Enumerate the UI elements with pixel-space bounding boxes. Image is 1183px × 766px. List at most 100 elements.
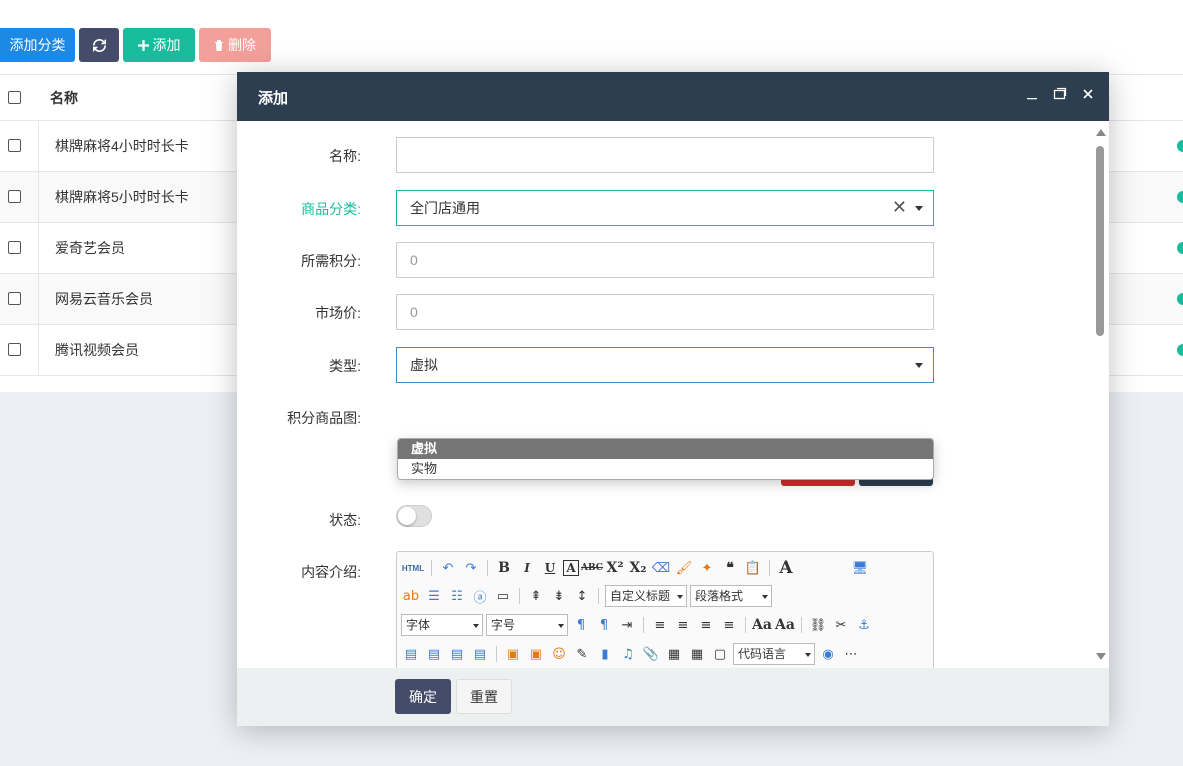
image-center-icon[interactable]: ▤: [470, 644, 490, 664]
minimize-icon[interactable]: [1025, 87, 1039, 101]
page-break-icon[interactable]: ⋯: [841, 644, 861, 664]
bold-icon[interactable]: B: [494, 558, 514, 578]
align-left-icon[interactable]: ≡: [650, 615, 670, 635]
scrawl-icon[interactable]: ✎: [572, 644, 592, 664]
row-checkbox[interactable]: [8, 190, 21, 203]
blockquote-icon[interactable]: ❝: [720, 558, 740, 578]
row-spacing-top-icon[interactable]: ⇞: [526, 586, 546, 606]
unordered-list-icon[interactable]: ☷: [447, 586, 467, 606]
dialog-header: 添加: [237, 72, 1109, 121]
clear-doc-icon[interactable]: ▭: [493, 586, 513, 606]
row-checkbox[interactable]: [8, 343, 21, 356]
strikethrough-icon[interactable]: ABC: [581, 558, 603, 578]
type-select[interactable]: 虚拟: [396, 347, 934, 383]
align-center-icon[interactable]: ≡: [673, 615, 693, 635]
italic-icon[interactable]: I: [517, 558, 537, 578]
template-icon[interactable]: ◉: [818, 644, 838, 664]
confirm-button[interactable]: 确定: [395, 679, 451, 714]
row-name: 腾讯视频会员: [55, 342, 139, 358]
music-icon[interactable]: ♫: [618, 644, 638, 664]
row-name: 棋牌麻将4小时时长卡: [55, 138, 189, 154]
redo-icon[interactable]: ↷: [461, 558, 481, 578]
points-input[interactable]: 0: [396, 242, 934, 278]
font-color-icon[interactable]: A: [776, 558, 796, 578]
category-select[interactable]: 全门店通用 ✕: [396, 190, 934, 226]
scroll-up-icon[interactable]: [1096, 129, 1106, 136]
undo-icon[interactable]: ↶: [438, 558, 458, 578]
link-icon[interactable]: ⛓: [808, 615, 828, 635]
image-none-icon[interactable]: ▤: [401, 644, 421, 664]
font-size-select[interactable]: 字号: [486, 614, 568, 636]
custom-title-select[interactable]: 自定义标题: [605, 585, 687, 607]
type-option[interactable]: 虚拟: [398, 439, 933, 459]
delete-label: 删除: [228, 37, 256, 53]
insert-video-icon[interactable]: ▮: [595, 644, 615, 664]
superscript-icon[interactable]: X²: [605, 558, 625, 578]
editor-toolbar-row: 字体 字号 ¶ ¶ ⇥ ≡ ≡ ≡ ≡ Aa Aa ⛓ ✂ ⚓: [401, 614, 874, 636]
fullscreen-icon[interactable]: 🖥: [850, 558, 870, 578]
dialog-body: 名称: 商品分类: 全门店通用 ✕ 所需积分: 0 市场价: 0 类型: 虚拟: [237, 121, 1109, 668]
ordered-list-icon[interactable]: ☰: [424, 586, 444, 606]
market-price-input[interactable]: 0: [396, 294, 934, 330]
add-category-button[interactable]: 添加分类: [0, 28, 75, 62]
status-dot: [1177, 242, 1183, 254]
column-header-name: 名称: [50, 89, 78, 106]
font-family-select[interactable]: 字体: [401, 614, 483, 636]
image-label: 积分商品图:: [287, 410, 361, 426]
background-color-icon[interactable]: ab: [401, 586, 421, 606]
type-option[interactable]: 实物: [398, 459, 933, 479]
maximize-icon[interactable]: [1053, 87, 1067, 101]
uppercase-icon[interactable]: Aa: [752, 615, 772, 635]
vertical-scrollbar[interactable]: [1093, 121, 1109, 668]
delete-button[interactable]: 删除: [199, 28, 271, 62]
status-toggle[interactable]: [396, 505, 432, 527]
gmap-icon[interactable]: ▦: [687, 644, 707, 664]
select-all-icon[interactable]: ⓐ: [470, 586, 490, 606]
insert-image-icon[interactable]: ▣: [526, 644, 546, 664]
code-language-select[interactable]: 代码语言: [733, 643, 815, 665]
paste-plain-icon[interactable]: 📋: [743, 558, 763, 578]
rtl-icon[interactable]: ¶: [594, 615, 614, 635]
add-label: 添加: [152, 37, 181, 53]
indent-icon[interactable]: ⇥: [617, 615, 637, 635]
format-brush-icon[interactable]: 🖌: [674, 558, 694, 578]
subscript-icon[interactable]: X₂: [628, 558, 648, 578]
underline-icon[interactable]: U: [540, 558, 560, 578]
emotion-icon[interactable]: ☺: [549, 644, 569, 664]
scroll-thumb[interactable]: [1096, 146, 1104, 336]
close-icon[interactable]: [1081, 87, 1095, 101]
toolbar: 添加分类 添加 删除: [0, 28, 271, 62]
ltr-icon[interactable]: ¶: [571, 615, 591, 635]
line-height-icon[interactable]: ↕: [572, 586, 592, 606]
map-icon[interactable]: ▦: [664, 644, 684, 664]
lowercase-icon[interactable]: Aa: [775, 615, 795, 635]
image-right-icon[interactable]: ▤: [447, 644, 467, 664]
paragraph-format-select[interactable]: 段落格式: [690, 585, 772, 607]
align-right-icon[interactable]: ≡: [696, 615, 716, 635]
refresh-button[interactable]: [79, 28, 119, 62]
content-label: 内容介绍:: [301, 564, 361, 580]
name-input[interactable]: [396, 137, 934, 173]
insert-frame-icon[interactable]: ▢: [710, 644, 730, 664]
row-checkbox[interactable]: [8, 241, 21, 254]
auto-format-icon[interactable]: ✦: [697, 558, 717, 578]
simple-upload-icon[interactable]: ▣: [503, 644, 523, 664]
eraser-icon[interactable]: ⌫: [651, 558, 671, 578]
scroll-down-icon[interactable]: [1096, 653, 1106, 660]
select-all-checkbox[interactable]: [8, 90, 21, 104]
add-button[interactable]: 添加: [123, 28, 195, 62]
clear-icon[interactable]: ✕: [892, 191, 907, 223]
image-left-icon[interactable]: ▤: [424, 644, 444, 664]
anchor-icon[interactable]: ⚓: [854, 615, 874, 635]
status-dot: [1177, 293, 1183, 305]
status-dot: [1177, 344, 1183, 356]
reset-button[interactable]: 重置: [456, 679, 512, 714]
row-checkbox[interactable]: [8, 292, 21, 305]
row-checkbox[interactable]: [8, 139, 21, 152]
row-spacing-bottom-icon[interactable]: ⇟: [549, 586, 569, 606]
html-source-button[interactable]: HTML: [401, 558, 425, 578]
attachment-icon[interactable]: 📎: [641, 644, 661, 664]
align-justify-icon[interactable]: ≡: [719, 615, 739, 635]
unlink-icon[interactable]: ✂: [831, 615, 851, 635]
font-border-icon[interactable]: A: [563, 560, 579, 576]
